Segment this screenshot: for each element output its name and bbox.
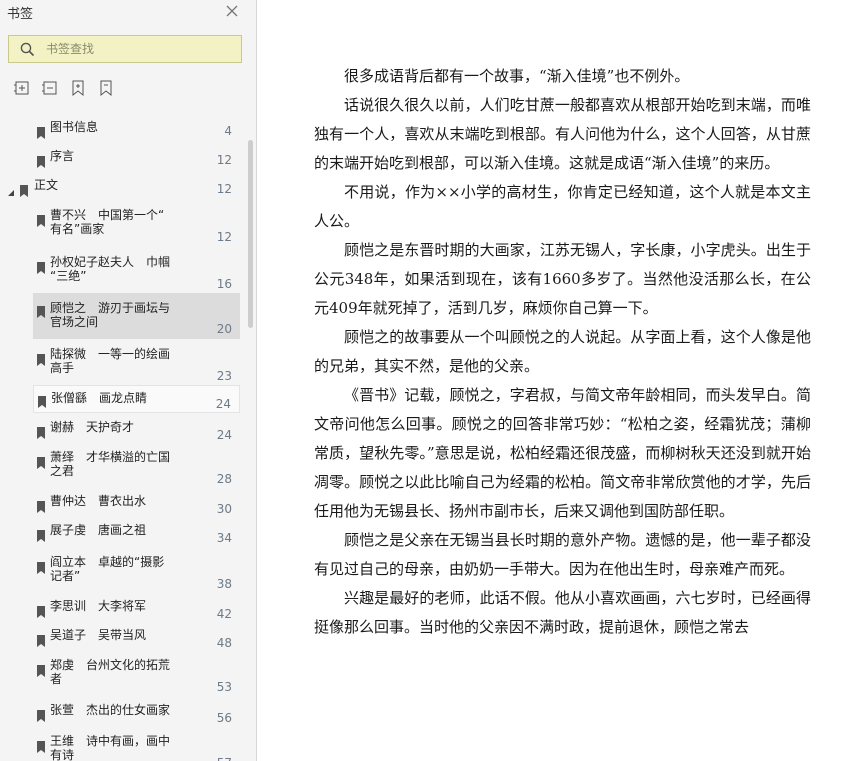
- collapse-all-icon[interactable]: [41, 79, 59, 97]
- toc-item[interactable]: 曹不兴 中国第一个“ 有名”画家 12: [33, 206, 240, 246]
- toc-item[interactable]: 图书信息 4: [33, 118, 240, 140]
- bookmark-icon: [37, 124, 45, 139]
- paragraph: 顾恺之是父亲在无锡当县长时期的意外产物。遗憾的是，他一辈子都没有见过自己的母亲，…: [314, 531, 811, 578]
- expanded-arrow-icon[interactable]: [7, 182, 15, 196]
- expand-all-icon[interactable]: [13, 79, 31, 97]
- paragraph: 顾恺之是东晋时期的大画家，江苏无锡人，字长康，小字虎头。出生于公元348年，如果…: [314, 241, 811, 317]
- search-input[interactable]: [46, 40, 236, 58]
- paragraph: 不用说，作为××小学的高材生，你肯定已经知道，这个人就是本文主人公。: [314, 183, 811, 230]
- bookmark-icon: [37, 707, 45, 722]
- bookmark-icon: [37, 527, 45, 542]
- page-content: 很多成语背后都有一个故事，“渐入佳境”也不例外。 话说很久很久以前，人们吃甘蔗一…: [314, 62, 811, 642]
- paragraph: 很多成语背后都有一个故事，“渐入佳境”也不例外。: [344, 67, 690, 85]
- bookmark-icon: [37, 603, 45, 618]
- add-bookmark-icon[interactable]: [69, 79, 87, 97]
- bookmark-search-box[interactable]: [8, 35, 242, 63]
- bookmark-icon: [37, 662, 45, 677]
- bookmark-icon: [20, 182, 28, 197]
- toc-item[interactable]: 郑虔 台州文化的拓荒 者 53: [33, 656, 240, 696]
- bookmark-icon: [37, 259, 45, 274]
- paragraph: 顾恺之的故事要从一个叫顾悦之的人说起。从字面上看，这个人像是他的兄弟，其实不然，…: [314, 328, 811, 375]
- toc-item[interactable]: 曹仲达 曹衣出水 30: [33, 492, 240, 518]
- toc-scrollbar[interactable]: [248, 140, 253, 328]
- reading-pane[interactable]: 很多成语背后都有一个故事，“渐入佳境”也不例外。 话说很久很久以前，人们吃甘蔗一…: [257, 0, 860, 761]
- paragraph: 兴趣是最好的老师，此话不假。他从小喜欢画画，六七岁时，已经画得挺像那么回事。当时…: [314, 589, 811, 636]
- paragraph: 《晋书》记载，顾悦之，字君叔，与简文帝年龄相同，而头发早白。简文帝问他怎么回事。…: [314, 386, 811, 520]
- bookmark-icon: [37, 498, 45, 513]
- paragraph: 话说很久很久以前，人们吃甘蔗一般都喜欢从根部开始吃到末端，而唯独有一个人，喜欢从…: [314, 96, 811, 172]
- bookmark-icon: [37, 632, 45, 647]
- toc-item[interactable]: 王维 诗中有画，画中 有诗 57: [33, 732, 240, 761]
- toc-item[interactable]: 李思训 大李将军 42: [33, 597, 240, 623]
- bookmark-icon: [37, 454, 45, 469]
- toc-item[interactable]: 陆探微 一等一的绘画 高手 23: [33, 345, 240, 385]
- toc-item[interactable]: 序言 12: [33, 147, 240, 169]
- panel-title: 书签: [7, 7, 34, 22]
- toc-item-hover[interactable]: 张僧繇 画龙点睛 24: [33, 385, 240, 413]
- bookmark-icon: [37, 303, 45, 318]
- bookmark-icon: [38, 393, 46, 408]
- toc-item-selected[interactable]: 顾恺之 游刃于画坛与 官场之间 20: [33, 293, 240, 339]
- bookmark-icon: [37, 212, 45, 227]
- toc-item[interactable]: 吴道子 吴带当风 48: [33, 626, 240, 652]
- bookmark-icon: [37, 351, 45, 366]
- search-icon: [20, 42, 35, 57]
- toc-item[interactable]: 阎立本 卓越的“摄影 记者” 38: [33, 553, 240, 593]
- bookmark-icon: [37, 424, 45, 439]
- toc-item[interactable]: 张萱 杰出的仕女画家 56: [33, 701, 240, 727]
- toc-section[interactable]: 正文 12: [5, 176, 240, 198]
- close-icon[interactable]: [223, 2, 241, 20]
- bookmark-panel: 书签 图书信息 4 序言 12 正文 12 曹不兴 中国第一个“: [0, 0, 257, 761]
- bookmark-icon[interactable]: [97, 79, 115, 97]
- toc-item[interactable]: 展子虔 唐画之祖 34: [33, 521, 240, 547]
- bookmark-icon: [37, 559, 45, 574]
- toc-item[interactable]: 谢赫 天护奇才 24: [33, 418, 240, 442]
- bookmark-icon: [37, 738, 45, 753]
- toc-item[interactable]: 孙权妃子赵夫人 巾帼 “三绝” 16: [33, 253, 240, 293]
- toc-item[interactable]: 萧绎 才华横溢的亡国 之君 28: [33, 448, 240, 488]
- bookmark-icon: [37, 153, 45, 168]
